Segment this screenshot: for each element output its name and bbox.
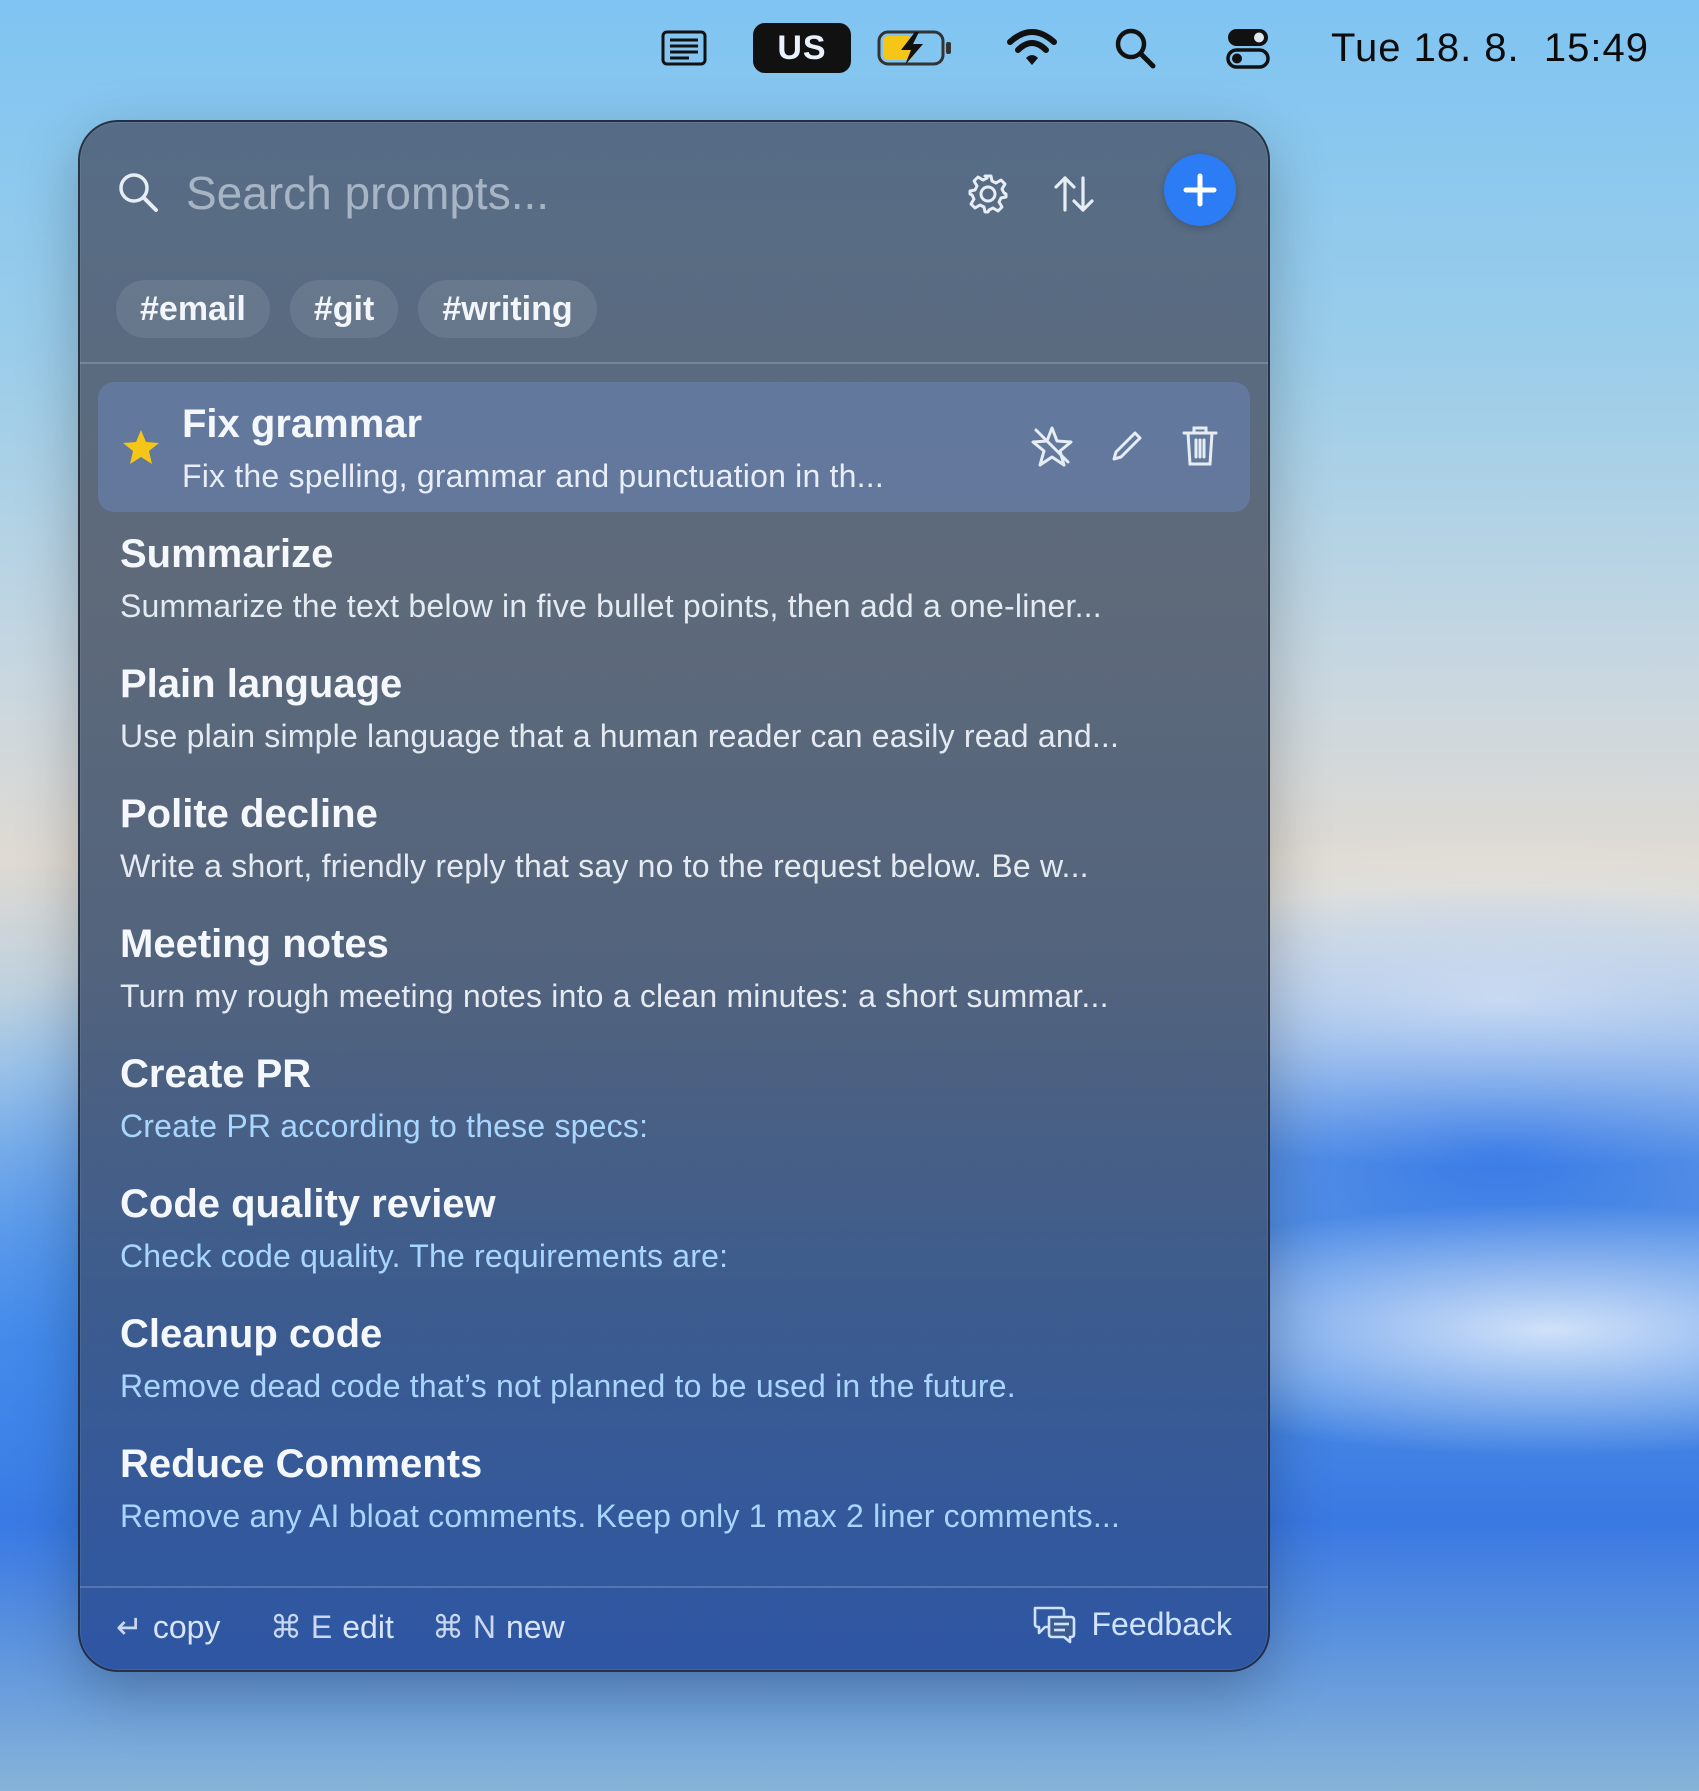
favorite-star-icon[interactable] [122,428,160,471]
new-shortcut: ⌘ N [432,1609,496,1645]
menu-bar: US Tue 18. 8. 15:49 [0,0,1699,96]
sort-icon[interactable] [1046,166,1102,222]
search-icon [116,170,160,219]
prompt-item-summarize[interactable]: Summarize Summarize the text below in fi… [98,512,1250,642]
text-document-icon[interactable] [646,20,722,76]
keyboard-layout-icon[interactable]: US [752,20,852,76]
prompt-description: Turn my rough meeting notes into a clean… [120,978,1109,1014]
prompts-popover: #email #git #writing Fix grammar Fix the… [78,120,1270,1672]
copy-label: copy [152,1608,221,1645]
edit-label: edit [342,1608,394,1645]
add-prompt-button[interactable] [1164,154,1236,226]
prompt-description: Use plain simple language that a human r… [120,718,1120,754]
prompt-item-create-pr[interactable]: Create PR Create PR according to these s… [98,1032,1250,1162]
prompt-title: Plain language [120,662,403,706]
row-actions [1028,422,1224,470]
prompt-title: Code quality review [120,1182,496,1226]
divider [80,1586,1268,1588]
prompt-title: Create PR [120,1052,312,1096]
prompt-item-polite-decline[interactable]: Polite decline Write a short, friendly r… [98,772,1250,902]
return-key-icon: ↵ [116,1609,143,1645]
prompt-description: Fix the spelling, grammar and punctuatio… [182,458,884,494]
new-hint: ⌘ N new [432,1608,565,1646]
search-input[interactable] [186,158,926,228]
prompt-list[interactable]: Fix grammar Fix the spelling, grammar an… [98,382,1250,1580]
search-bar [80,122,1268,262]
prompt-title: Summarize [120,532,334,576]
prompt-title: Meeting notes [120,922,389,966]
prompt-title: Cleanup code [120,1312,383,1356]
prompt-description: Create PR according to these specs: [120,1108,649,1144]
tag-writing[interactable]: #writing [418,280,597,338]
divider [80,362,1268,364]
prompt-item-fix-grammar[interactable]: Fix grammar Fix the spelling, grammar an… [98,382,1250,512]
prompt-item-reduce-comments[interactable]: Reduce Comments Remove any AI bloat comm… [98,1422,1250,1552]
feedback-label: Feedback [1091,1605,1232,1642]
edit-shortcut: ⌘ E [270,1609,333,1645]
prompt-title: Reduce Comments [120,1442,483,1486]
copy-hint: ↵ copy [116,1608,220,1646]
feedback-button[interactable]: Feedback [1031,1604,1232,1644]
prompt-item-code-quality-review[interactable]: Code quality review Check code quality. … [98,1162,1250,1292]
spotlight-search-icon[interactable] [1110,20,1160,76]
prompt-description: Check code quality. The requirements are… [120,1238,729,1274]
edit-hint: ⌘ E edit [270,1608,394,1646]
prompt-item-meeting-notes[interactable]: Meeting notes Turn my rough meeting note… [98,902,1250,1032]
keyboard-layout-label: US [753,23,851,73]
prompt-title: Polite decline [120,792,378,836]
control-center-icon[interactable] [1222,20,1274,76]
menu-bar-clock[interactable]: Tue 18. 8. 15:49 [1331,20,1649,76]
prompt-item-plain-language[interactable]: Plain language Use plain simple language… [98,642,1250,772]
unfavorite-star-icon[interactable] [1028,422,1076,470]
prompt-item-cleanup-code[interactable]: Cleanup code Remove dead code that’s not… [98,1292,1250,1422]
wifi-icon[interactable] [1004,20,1060,76]
tag-email[interactable]: #email [116,280,270,338]
trash-icon[interactable] [1176,422,1224,470]
prompt-description: Summarize the text below in five bullet … [120,588,1102,624]
prompt-description: Write a short, friendly reply that say n… [120,848,1089,884]
prompt-title: Fix grammar [182,402,423,446]
feedback-chat-icon [1034,1606,1076,1644]
shortcut-footer: ↵ copy ⌘ E edit ⌘ N new Feedback [80,1590,1268,1668]
gear-icon[interactable] [960,166,1016,222]
edit-pencil-icon[interactable] [1102,422,1150,470]
new-label: new [506,1608,565,1645]
battery-charging-icon[interactable] [876,20,956,76]
plus-icon [1183,173,1217,207]
tag-git[interactable]: #git [289,280,399,338]
tag-filter-bar: #email #git #writing [116,280,597,338]
prompt-description: Remove any AI bloat comments. Keep only … [120,1498,1121,1534]
prompt-description: Remove dead code that’s not planned to b… [120,1368,1016,1404]
